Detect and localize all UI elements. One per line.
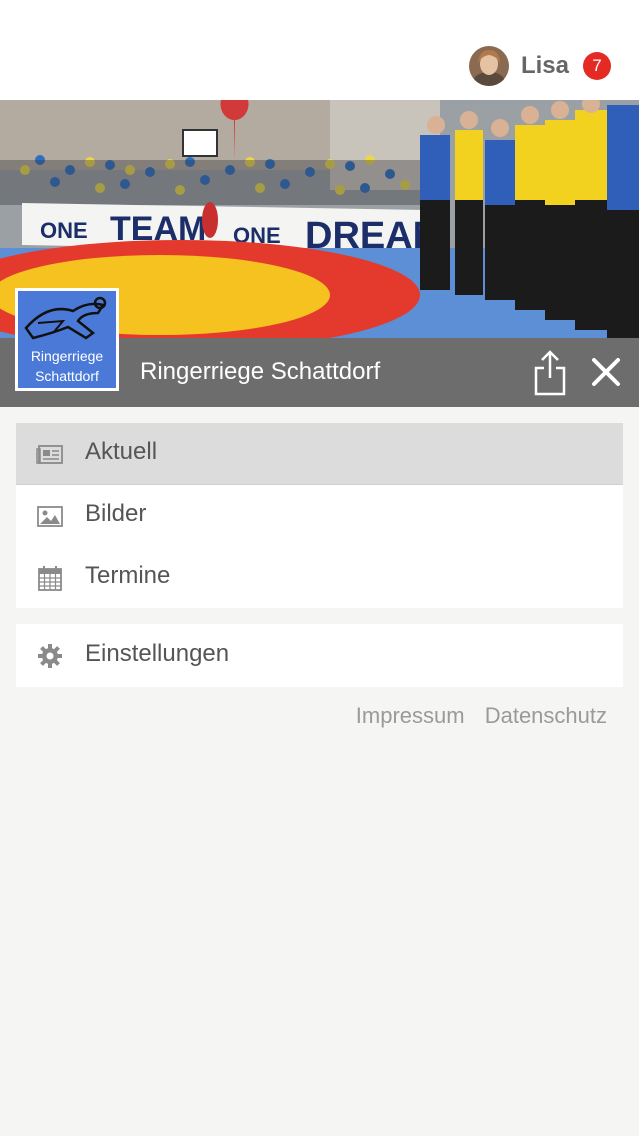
newspaper-icon: [36, 445, 63, 464]
club-name: Ringerriege Schattdorf: [140, 358, 381, 385]
settings-menu: Einstellungen: [16, 624, 623, 687]
gear-icon: [38, 644, 62, 668]
footer-links: Impressum Datenschutz: [342, 703, 607, 729]
share-button[interactable]: [530, 348, 570, 396]
notification-badge[interactable]: 7: [583, 52, 611, 80]
logo-text-line2: Schattdorf: [35, 368, 99, 384]
user-profile[interactable]: Lisa 7: [468, 45, 611, 87]
menu-label-termine: Termine: [85, 562, 171, 589]
wrestler-icon: [24, 296, 107, 340]
menu-label-bilder: Bilder: [85, 500, 147, 527]
menu-label-einstellungen: Einstellungen: [85, 640, 230, 667]
calendar-icon: [38, 566, 62, 591]
close-button[interactable]: [586, 352, 626, 392]
menu-item-einstellungen[interactable]: Einstellungen: [16, 625, 623, 687]
top-bar: Lisa 7: [0, 0, 639, 100]
datenschutz-link[interactable]: Datenschutz: [485, 703, 607, 728]
user-name[interactable]: Lisa: [521, 52, 569, 80]
share-icon: [534, 350, 566, 396]
menu-item-bilder[interactable]: Bilder: [16, 485, 623, 547]
avatar[interactable]: [468, 46, 509, 86]
image-icon: [37, 506, 63, 527]
club-logo: Ringerriege Schattdorf: [15, 288, 119, 391]
menu-item-aktuell[interactable]: Aktuell: [16, 423, 623, 485]
logo-text-line1: Ringerriege: [30, 348, 104, 364]
banner-word-1: ONE: [40, 218, 88, 243]
impressum-link[interactable]: Impressum: [356, 703, 465, 728]
close-icon: [592, 358, 620, 386]
menu-label-aktuell: Aktuell: [85, 438, 158, 465]
main-menu: Aktuell Bilder Termine: [16, 423, 623, 608]
menu-item-termine[interactable]: Termine: [16, 547, 623, 609]
